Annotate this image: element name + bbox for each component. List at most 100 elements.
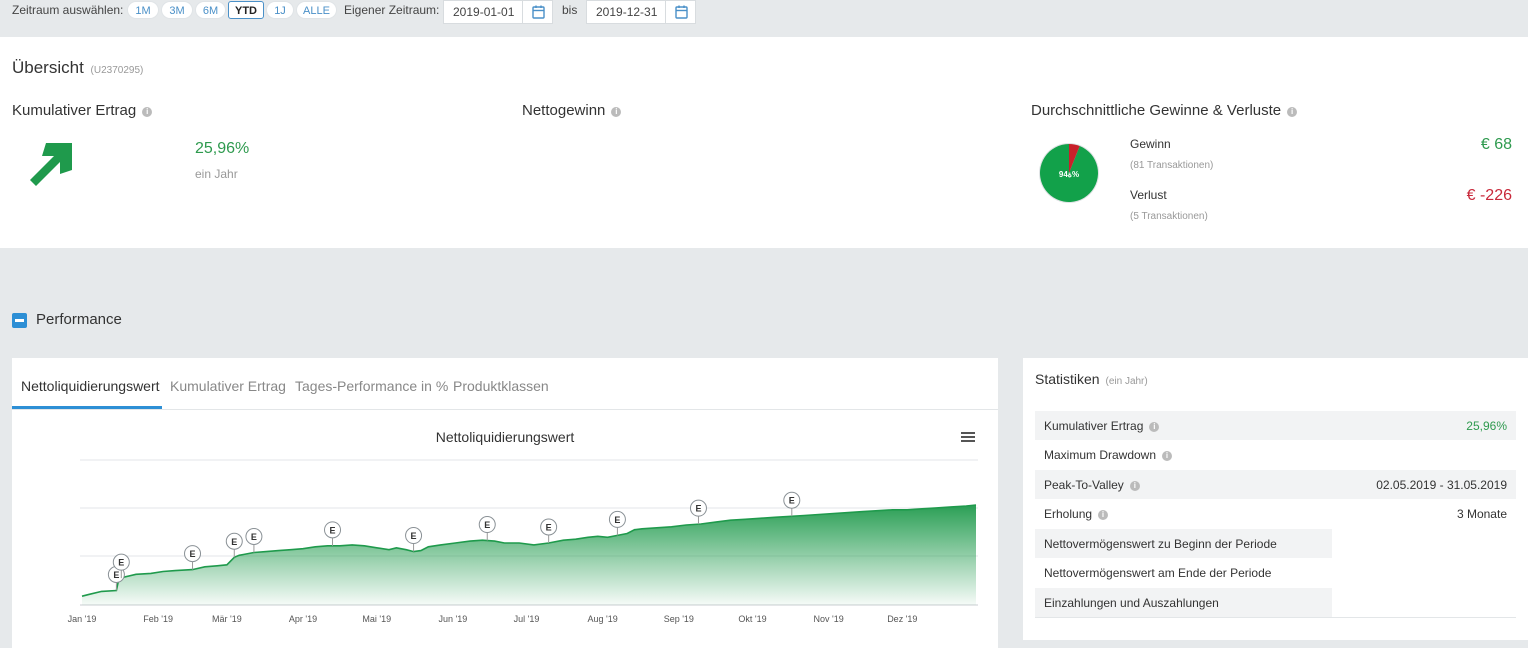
event-flag[interactable]: E [608,510,626,536]
net-profit-title-text: Nettogewinn [522,102,606,119]
event-flag-label: E [113,570,119,580]
event-flag[interactable]: E [245,528,263,553]
cumulative-period: ein Jahr [195,167,238,181]
collapse-icon[interactable] [12,313,27,328]
event-flag-label: E [695,504,701,514]
series-area [82,505,976,605]
stat-row-peak-to-valley: Peak-To-Valley i 02.05.2019 - 31.05.2019 [1035,470,1516,499]
to-calendar-button[interactable] [665,0,696,24]
stat-label: Einzahlungen und Auszahlungen [1044,596,1219,610]
statistics-title-text: Statistiken [1035,371,1100,387]
stat-label-text: Peak-To-Valley [1044,478,1124,492]
net-profit-title: Nettogewinn i [522,102,622,119]
range-button-6m[interactable]: 6M [195,1,226,19]
chart-title: Nettoliquidierungswert [436,429,575,445]
info-icon[interactable]: i [611,107,622,117]
chart-menu-button[interactable] [956,428,978,446]
range-button-ytd[interactable]: YTD [228,1,264,19]
stat-label: Kumulativer Ertrag i [1044,419,1160,433]
info-icon[interactable]: i [1287,107,1298,117]
chart-panel: Nettoliquidierungswert Kumulativer Ertra… [12,358,998,648]
cumulative-title-text: Kumulativer Ertrag [12,102,137,119]
event-flag[interactable]: E [478,516,496,541]
avg-title-text: Durchschnittliche Gewinne & Verluste [1031,102,1282,119]
range-button-alle[interactable]: ALLE [296,1,337,19]
to-label: bis [562,3,578,17]
avg-gain-loss-title: Durchschnittliche Gewinne & Verluste i [1031,102,1298,119]
x-tick-label: Mär '19 [212,614,242,624]
event-flag-label: E [251,532,257,542]
active-tab-indicator [12,406,162,409]
event-flag[interactable]: E [405,527,423,552]
hamburger-icon [961,432,975,442]
tab-tages-performance[interactable]: Tages-Performance in % [295,378,448,394]
x-tick-label: Feb '19 [143,614,173,624]
stat-value: 25,96% [1466,419,1507,433]
event-flag[interactable]: E [689,499,707,525]
x-tick-label: Okt '19 [738,614,766,624]
arrow-up-right-icon [30,143,72,186]
stat-row-deposits: Einzahlungen und Auszahlungen [1035,588,1332,617]
event-flag[interactable]: E [540,518,558,543]
event-flag-label: E [789,496,795,506]
statistics-period: (ein Jahr) [1105,376,1148,387]
event-flag-label: E [484,520,490,530]
x-tick-label: Sep '19 [664,614,694,624]
stat-row-nav-end: Nettovermögenswert am Ende der Periode [1035,558,1332,587]
info-icon[interactable]: i [1149,422,1160,432]
event-flag-label: E [614,515,620,525]
range-button-1j[interactable]: 1J [266,1,294,19]
stat-row-recovery: Erholung i 3 Monate [1035,499,1516,528]
event-flag[interactable]: E [783,491,801,517]
x-axis-ticks: Jan '19 Feb '19 Mär '19 Apr '19 Mai '19 Jun '… [68,614,918,624]
to-date-input[interactable]: 2019-12-31 [586,0,666,24]
range-button-1m[interactable]: 1M [127,1,159,19]
custom-range-label: Eigener Zeitraum: [344,3,440,17]
x-tick-label: Nov '19 [814,614,844,624]
event-flag[interactable]: E [184,545,202,570]
gain-loss-pie-chart: ة94% [1039,143,1099,203]
event-flag-label: E [411,531,417,541]
account-id: (U2370295) [90,65,144,76]
tab-nettoliquidierungswert[interactable]: Nettoliquidierungswert [21,378,160,394]
tab-produktklassen[interactable]: Produktklassen [453,378,549,394]
stat-label-text: Maximum Drawdown [1044,448,1157,462]
gain-transactions: (81 Transaktionen) [1130,160,1214,171]
stats-divider [1035,617,1516,618]
x-tick-label: Apr '19 [289,614,317,624]
calendar-icon [532,5,545,19]
x-tick-label: Dez '19 [887,614,917,624]
tab-kumulativer-ertrag[interactable]: Kumulativer Ertrag [170,378,286,394]
stat-row-cumulative: Kumulativer Ertrag i 25,96% [1035,411,1516,440]
stat-row-nav-start: Nettovermögenswert zu Beginn der Periode [1035,529,1332,558]
info-icon[interactable]: i [142,107,153,117]
info-icon[interactable]: i [1162,451,1173,461]
stat-label: Peak-To-Valley i [1044,478,1140,492]
loss-transactions: (5 Transaktionen) [1130,211,1208,222]
range-label: Zeitraum auswählen: [12,3,124,17]
stat-value: 02.05.2019 - 31.05.2019 [1376,478,1507,492]
range-button-3m[interactable]: 3M [161,1,193,19]
from-date-input[interactable]: 2019-01-01 [443,0,523,24]
net-liquidation-chart: Nettoliquidierungswert EEEE EEEE EEEE Jan … [68,428,978,624]
event-flag[interactable]: E [225,532,243,558]
cumulative-value: 25,96% [195,140,250,157]
loss-label: Verlust [1130,188,1167,202]
event-flag[interactable]: E [324,521,342,546]
stat-label: Nettovermögenswert am Ende der Periode [1044,566,1272,580]
event-flag-label: E [190,549,196,559]
stat-row-max-drawdown: Maximum Drawdown i [1035,440,1516,469]
statistics-panel: Statistiken (ein Jahr) Kumulativer Ertra… [1023,358,1528,640]
info-icon[interactable]: i [1129,481,1140,491]
info-icon[interactable]: i [1098,510,1109,520]
gain-label: Gewinn [1130,137,1171,151]
stat-value: 3 Monate [1456,507,1507,521]
from-calendar-button[interactable] [522,0,553,24]
x-tick-label: Jan '19 [68,614,97,624]
cumulative-card-title: Kumulativer Ertrag i [12,102,153,119]
overview-title: Übersicht (U2370295) [12,58,143,78]
stat-label: Maximum Drawdown i [1044,448,1173,462]
gain-value: € 68 [1480,136,1512,153]
x-tick-label: Mai '19 [362,614,391,624]
stat-label: Erholung i [1044,507,1109,521]
